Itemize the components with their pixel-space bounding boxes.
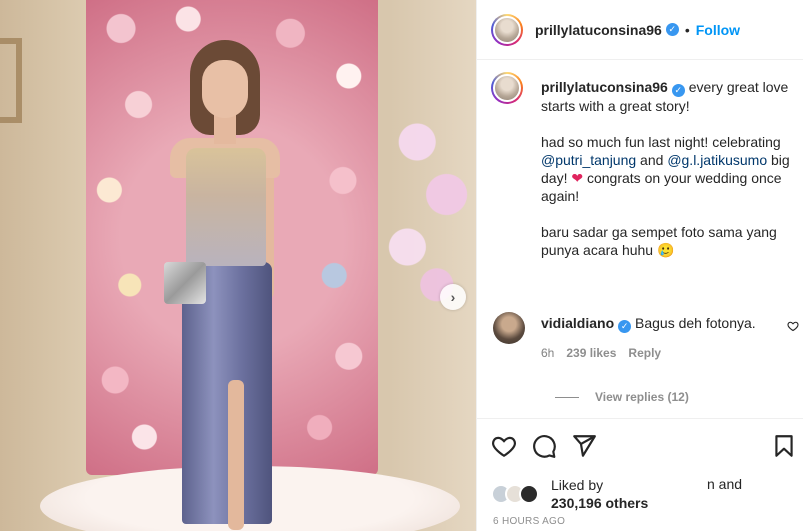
reply-button[interactable]: Reply: [628, 346, 661, 360]
caption-para3: baru sadar ga sempet foto sama yang puny…: [541, 223, 777, 258]
likes-summary: Liked by 230,196 others: [491, 474, 648, 514]
post-header: prillylatuconsina96 ✓ • Follow: [477, 0, 803, 60]
separator-dot: •: [684, 21, 690, 38]
clutch-bag: [164, 262, 206, 304]
save-icon[interactable]: [771, 433, 797, 459]
comment-likes[interactable]: 239 likes: [566, 346, 616, 360]
replies-divider: [555, 396, 579, 398]
caption-avatar[interactable]: [491, 72, 523, 104]
backdrop-letter: [0, 38, 22, 123]
action-bar: [477, 418, 803, 472]
follow-button[interactable]: Follow: [696, 22, 740, 38]
liker-avatar[interactable]: [519, 484, 539, 504]
comment-text: vidialdiano ✓ Bagus deh fotonya.: [541, 314, 781, 333]
likes-text: Liked by 230,196 others: [551, 476, 648, 512]
author-username[interactable]: prillylatuconsina96: [535, 22, 662, 38]
post-side-panel: prillylatuconsina96 ✓ • Follow prillylat…: [476, 0, 803, 531]
comment-icon[interactable]: [531, 433, 557, 459]
heart-icon[interactable]: [491, 433, 517, 459]
comment-body: Bagus deh fotonya.: [635, 315, 756, 331]
comment-time[interactable]: 6h: [541, 346, 554, 360]
post-photo[interactable]: ›: [0, 0, 476, 531]
verified-badge-icon: ✓: [618, 319, 632, 333]
view-replies-button[interactable]: View replies (12): [555, 390, 689, 404]
mention-putri[interactable]: @putri_tanjung: [541, 152, 636, 168]
liked-by-label: Liked by: [551, 477, 604, 493]
verified-badge-icon: ✓: [665, 23, 679, 36]
author-avatar[interactable]: [491, 13, 523, 46]
woman-in-gown: [160, 40, 290, 531]
view-replies-label: View replies (12): [595, 390, 689, 404]
carousel-next-icon[interactable]: ›: [440, 284, 466, 310]
likes-count[interactable]: 230,196 others: [551, 495, 648, 511]
red-heart-icon: ❤: [571, 169, 584, 186]
caption-text: prillylatuconsina96 ✓ every great love st…: [541, 78, 791, 277]
caption-username[interactable]: prillylatuconsina96: [541, 79, 668, 95]
comment-meta: 6h 239 likes Reply: [541, 346, 661, 360]
likes-and-text: n and: [707, 476, 743, 492]
commenter-avatar[interactable]: [493, 312, 525, 344]
caption-para2-b: and: [636, 151, 668, 168]
mention-jatikusumo[interactable]: @g.l.jatikusumo: [667, 152, 767, 168]
caption-para2-a: had so much fun last night! celebrating: [541, 133, 781, 150]
verified-badge-icon: ✓: [671, 83, 685, 97]
commenter-username[interactable]: vidialdiano: [541, 315, 614, 331]
posted-time[interactable]: 6 HOURS AGO: [493, 516, 565, 527]
share-icon[interactable]: [571, 433, 597, 459]
orchid-arrangement: [378, 100, 476, 310]
comment-heart-icon[interactable]: [787, 320, 799, 335]
